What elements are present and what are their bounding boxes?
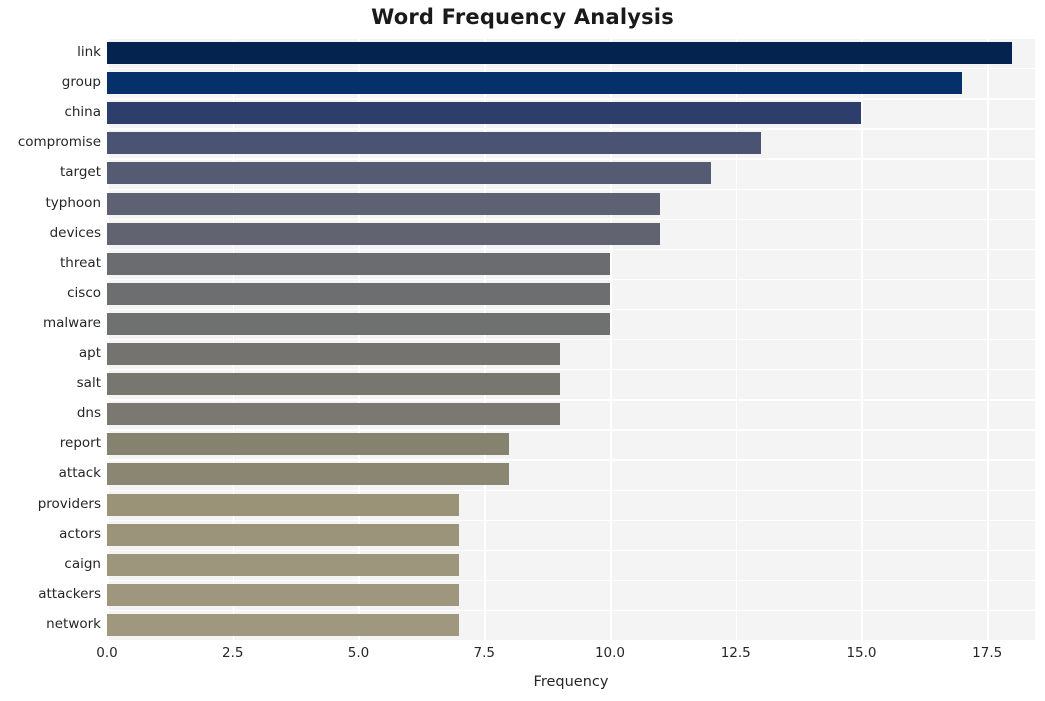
x-axis-tick-label: 17.5: [972, 645, 1003, 661]
x-axis-tick-labels: 0.0 2.5 5.0 7.5 10.0 12.5 15.0 17.5: [96, 645, 1035, 665]
x-axis-tick-label: 0.0: [96, 645, 118, 661]
bar[interactable]: [107, 493, 460, 516]
x-axis-tick-label: 10.0: [594, 645, 625, 661]
bar[interactable]: [107, 373, 560, 396]
y-axis-tick-label: attack: [58, 465, 101, 482]
bar-row[interactable]: [107, 373, 1035, 396]
y-axis-tick-label: salt: [76, 375, 101, 392]
x-axis-label: Frequency: [533, 674, 609, 690]
bar-row[interactable]: [107, 403, 1035, 426]
bar-row[interactable]: [107, 613, 1035, 636]
y-axis-tick-label: group: [61, 74, 101, 91]
bar-row[interactable]: [107, 433, 1035, 456]
bar-row[interactable]: [107, 493, 1035, 516]
bar[interactable]: [107, 343, 560, 366]
y-axis-tick-label: report: [59, 435, 101, 452]
bar[interactable]: [107, 463, 510, 486]
bar[interactable]: [107, 613, 460, 636]
bar-row[interactable]: [107, 312, 1035, 335]
bar[interactable]: [107, 583, 460, 606]
y-axis-tick-label: compromise: [17, 134, 101, 151]
bar[interactable]: [107, 162, 711, 185]
y-axis-tick-label: providers: [37, 495, 101, 512]
bar[interactable]: [107, 523, 460, 546]
y-axis-tick-label: malware: [42, 314, 101, 331]
bar[interactable]: [107, 132, 761, 155]
bar-row[interactable]: [107, 192, 1035, 215]
y-axis-tick-label: dns: [76, 405, 101, 422]
bar-row[interactable]: [107, 523, 1035, 546]
plot-area: [107, 38, 1035, 642]
y-axis-tick-labels: link group china compromise target typhoon dev…: [0, 38, 101, 640]
bar-row[interactable]: [107, 252, 1035, 275]
word-frequency-chart: Word Frequency Analysis link group china co…: [0, 0, 1045, 701]
bar-row[interactable]: [107, 72, 1035, 95]
y-axis-tick-label: link: [77, 44, 101, 61]
y-axis-tick-label: network: [46, 615, 101, 632]
bar[interactable]: [107, 312, 610, 335]
bar[interactable]: [107, 252, 610, 275]
bar-row[interactable]: [107, 162, 1035, 185]
y-axis-tick-label: china: [64, 104, 101, 121]
bar-row[interactable]: [107, 102, 1035, 125]
x-axis-tick-label: 5.0: [347, 645, 370, 661]
y-axis-tick-label: typhoon: [45, 194, 101, 211]
bar[interactable]: [107, 42, 1013, 65]
bar[interactable]: [107, 403, 560, 426]
bar-row[interactable]: [107, 553, 1035, 576]
y-axis-tick-label: cisco: [67, 284, 101, 301]
bar[interactable]: [107, 72, 963, 95]
bar[interactable]: [107, 222, 661, 245]
y-axis-tick-label: apt: [78, 345, 101, 362]
y-axis-tick-label: threat: [60, 254, 101, 271]
y-axis-tick-label: actors: [59, 525, 101, 542]
bar-row[interactable]: [107, 42, 1035, 65]
bar-row[interactable]: [107, 343, 1035, 366]
y-axis-tick-label: caign: [64, 555, 101, 572]
bar[interactable]: [107, 553, 460, 576]
bar-row[interactable]: [107, 132, 1035, 155]
x-axis-tick-label: 2.5: [221, 645, 244, 661]
bar-row[interactable]: [107, 282, 1035, 305]
bar[interactable]: [107, 433, 510, 456]
y-axis-tick-label: devices: [49, 224, 101, 241]
bar[interactable]: [107, 102, 862, 125]
chart-title: Word Frequency Analysis: [371, 5, 674, 29]
x-axis-tick-label: 12.5: [720, 645, 751, 661]
bar-row[interactable]: [107, 222, 1035, 245]
x-axis-tick-label: 7.5: [473, 645, 495, 661]
y-axis-tick-label: target: [59, 164, 101, 181]
bar-row[interactable]: [107, 583, 1035, 606]
bar-series: [107, 38, 1035, 640]
bar[interactable]: [107, 192, 661, 215]
gridline-horizontal: [107, 640, 1035, 642]
x-axis-tick-label: 15.0: [846, 645, 877, 661]
bar-row[interactable]: [107, 463, 1035, 486]
bar[interactable]: [107, 282, 610, 305]
y-axis-tick-label: attackers: [38, 585, 101, 602]
